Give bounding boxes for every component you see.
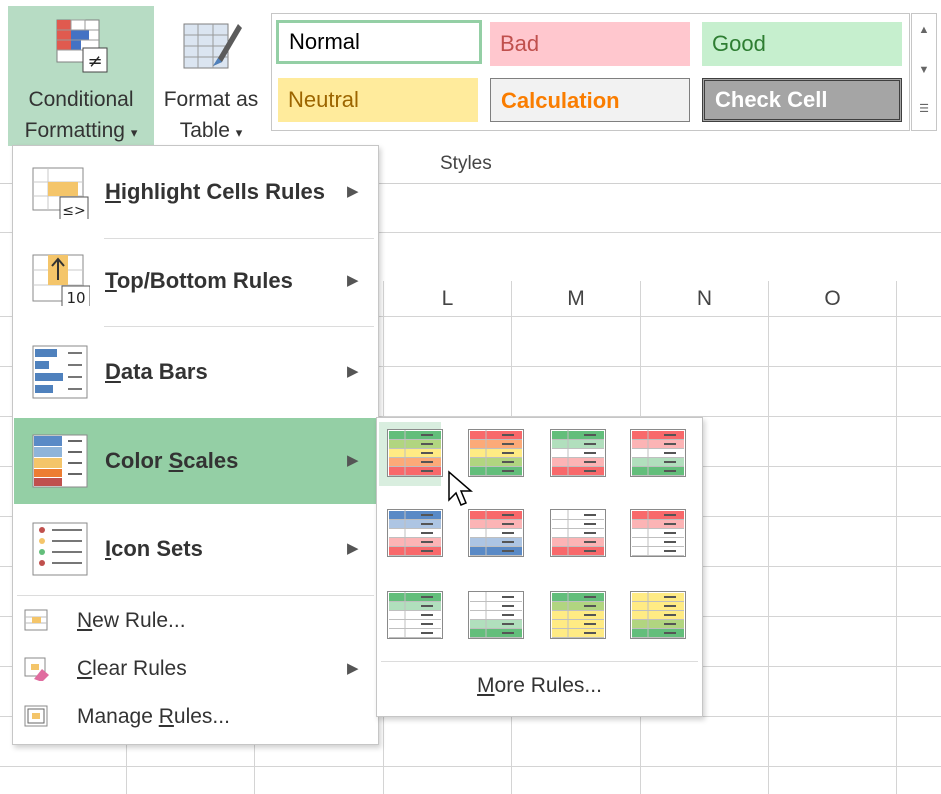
style-calculation[interactable]: Calculation bbox=[490, 78, 690, 122]
color-scale-icon bbox=[630, 509, 686, 557]
color-scale-option[interactable] bbox=[622, 502, 686, 566]
menu-item-label: Top/Bottom Rules bbox=[105, 268, 293, 293]
color-scale-icon bbox=[630, 591, 686, 639]
top-bottom-icon: 10 bbox=[32, 254, 90, 306]
color-scale-icon bbox=[468, 429, 524, 477]
menu-item-color-scales[interactable]: Color Scales ▶ bbox=[14, 418, 377, 504]
styles-group-label: Styles bbox=[440, 153, 492, 174]
conditional-formatting-menu: ≤> Highlight Cells Rules ▶ 10 Top/Bottom… bbox=[12, 145, 379, 745]
color-scale-option[interactable] bbox=[460, 584, 524, 648]
column-line bbox=[254, 740, 255, 794]
color-scale-option[interactable] bbox=[379, 422, 443, 486]
style-check-cell[interactable]: Check Cell bbox=[702, 78, 902, 122]
menu-item-clear-rules[interactable]: Clear Rules ▶ bbox=[14, 646, 377, 692]
more-rules-item[interactable]: More Rules... bbox=[377, 664, 702, 708]
color-scale-icon bbox=[387, 509, 443, 557]
conditional-formatting-label: Conditional bbox=[28, 88, 134, 111]
column-header-n[interactable]: N bbox=[641, 281, 768, 317]
manage-rules-icon bbox=[24, 705, 48, 727]
highlight-cells-icon: ≤> bbox=[32, 167, 89, 219]
color-scale-icon bbox=[387, 429, 443, 477]
dropdown-arrow-icon: ▾ bbox=[235, 125, 243, 140]
column-line bbox=[126, 740, 127, 794]
color-scale-option[interactable] bbox=[542, 422, 606, 486]
menu-item-label: Data Bars bbox=[105, 359, 208, 384]
format-as-table-label: Format as bbox=[163, 88, 259, 111]
mouse-cursor-icon bbox=[448, 470, 473, 506]
submenu-arrow-icon: ▶ bbox=[347, 183, 359, 200]
format-as-table-label-2: Table ▾ bbox=[179, 119, 243, 142]
color-scale-icon bbox=[550, 509, 606, 557]
column-line bbox=[768, 281, 769, 794]
scroll-up-icon[interactable]: ▲ bbox=[912, 24, 936, 36]
color-scale-option[interactable] bbox=[379, 502, 443, 566]
dropdown-arrow-icon: ▾ bbox=[130, 125, 138, 140]
style-good[interactable]: Good bbox=[702, 22, 902, 66]
color-scale-icon bbox=[468, 509, 524, 557]
gallery-more-icon[interactable]: ☰ bbox=[912, 102, 936, 115]
submenu-arrow-icon: ▶ bbox=[347, 272, 359, 289]
menu-separator bbox=[17, 595, 374, 596]
color-scale-option[interactable] bbox=[460, 502, 524, 566]
conditional-formatting-label-2: Formatting ▾ bbox=[24, 119, 138, 142]
submenu-separator bbox=[381, 661, 698, 662]
icon-sets-icon bbox=[32, 522, 88, 576]
submenu-arrow-icon: ▶ bbox=[347, 452, 359, 469]
menu-item-label: Color Scales bbox=[105, 448, 239, 473]
color-scale-option[interactable] bbox=[622, 422, 686, 486]
scroll-down-icon[interactable]: ▼ bbox=[912, 64, 936, 76]
menu-item-new-rule[interactable]: New Rule... bbox=[14, 598, 377, 644]
color-scale-option[interactable] bbox=[542, 584, 606, 648]
menu-item-highlight-cells-rules[interactable]: ≤> Highlight Cells Rules ▶ bbox=[14, 149, 377, 235]
menu-item-label: New Rule... bbox=[77, 609, 186, 632]
color-scales-submenu: More Rules... bbox=[376, 417, 703, 717]
menu-item-top-bottom-rules[interactable]: 10 Top/Bottom Rules ▶ bbox=[14, 238, 377, 324]
data-bars-icon bbox=[32, 345, 88, 399]
column-header-m[interactable]: M bbox=[512, 281, 640, 317]
conditional-formatting-icon: ≠ bbox=[56, 19, 108, 73]
color-scale-option[interactable] bbox=[379, 584, 443, 648]
column-line bbox=[896, 281, 897, 794]
conditional-formatting-button[interactable]: ≠ Conditional Formatting ▾ bbox=[8, 6, 154, 146]
color-scale-icon bbox=[550, 429, 606, 477]
color-scale-option[interactable] bbox=[622, 584, 686, 648]
style-bad[interactable]: Bad bbox=[490, 22, 690, 66]
gallery-scrollbar[interactable]: ▲ ▼ ☰ bbox=[911, 13, 937, 131]
submenu-arrow-icon: ▶ bbox=[347, 540, 359, 557]
color-scales-icon bbox=[32, 434, 88, 488]
new-rule-icon bbox=[24, 609, 48, 631]
svg-text:10: 10 bbox=[66, 289, 85, 306]
menu-item-icon-sets[interactable]: Icon Sets ▶ bbox=[14, 506, 377, 592]
row-line bbox=[0, 766, 941, 767]
menu-item-data-bars[interactable]: Data Bars ▶ bbox=[14, 329, 377, 415]
menu-item-label: Icon Sets bbox=[105, 536, 203, 561]
color-scale-icon bbox=[387, 591, 443, 639]
submenu-arrow-icon: ▶ bbox=[347, 363, 359, 380]
clear-rules-icon bbox=[24, 657, 49, 681]
menu-item-label: Highlight Cells Rules bbox=[105, 179, 326, 204]
menu-item-label: Clear Rules bbox=[77, 657, 187, 680]
format-as-table-button[interactable]: Format as Table ▾ bbox=[156, 6, 266, 146]
svg-text:≤>: ≤> bbox=[62, 203, 85, 219]
submenu-arrow-icon: ▶ bbox=[347, 660, 359, 677]
color-scale-icon bbox=[468, 591, 524, 639]
column-header-o[interactable]: O bbox=[769, 281, 896, 317]
menu-separator bbox=[104, 326, 374, 327]
svg-text:≠: ≠ bbox=[87, 51, 102, 72]
format-as-table-icon bbox=[183, 23, 242, 69]
column-header-l[interactable]: L bbox=[384, 281, 511, 317]
color-scale-icon bbox=[630, 429, 686, 477]
cell-styles-gallery: Normal Bad Good Neutral Calculation Chec… bbox=[271, 13, 910, 131]
menu-item-label: Manage Rules... bbox=[77, 705, 230, 728]
style-neutral[interactable]: Neutral bbox=[278, 78, 478, 122]
menu-item-manage-rules[interactable]: Manage Rules... bbox=[14, 694, 377, 740]
style-normal[interactable]: Normal bbox=[276, 20, 482, 64]
color-scale-option[interactable] bbox=[542, 502, 606, 566]
color-scale-icon bbox=[550, 591, 606, 639]
